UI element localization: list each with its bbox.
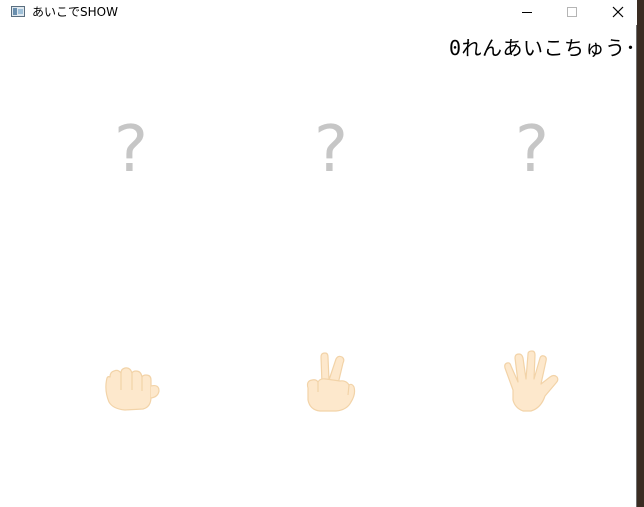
close-button[interactable] xyxy=(595,0,641,25)
streak-counter: 0れんあいこちゅう･ xyxy=(448,36,636,60)
minimize-button[interactable] xyxy=(503,0,549,25)
app-window: あいこでSHOW 0れんあいこちゅう･ ? ? ? xyxy=(0,0,637,507)
cpu-hand-slot-1: ? xyxy=(114,113,148,187)
cpu-hand-slot-2: ? xyxy=(314,113,348,187)
rock-button[interactable] xyxy=(99,350,163,418)
cpu-hand-slot-3: ? xyxy=(515,113,549,187)
app-icon xyxy=(11,6,25,17)
maximize-icon xyxy=(567,7,577,17)
scissors-hand-icon xyxy=(306,352,356,412)
minimize-icon xyxy=(522,12,532,13)
scissors-button[interactable] xyxy=(302,350,356,418)
window-title: あいこでSHOW xyxy=(32,5,118,19)
title-bar[interactable]: あいこでSHOW xyxy=(0,0,637,25)
maximize-button[interactable] xyxy=(549,0,595,25)
paper-button[interactable] xyxy=(499,350,565,420)
rock-hand-icon xyxy=(105,367,160,411)
close-icon xyxy=(612,6,624,18)
paper-hand-icon xyxy=(504,350,559,412)
